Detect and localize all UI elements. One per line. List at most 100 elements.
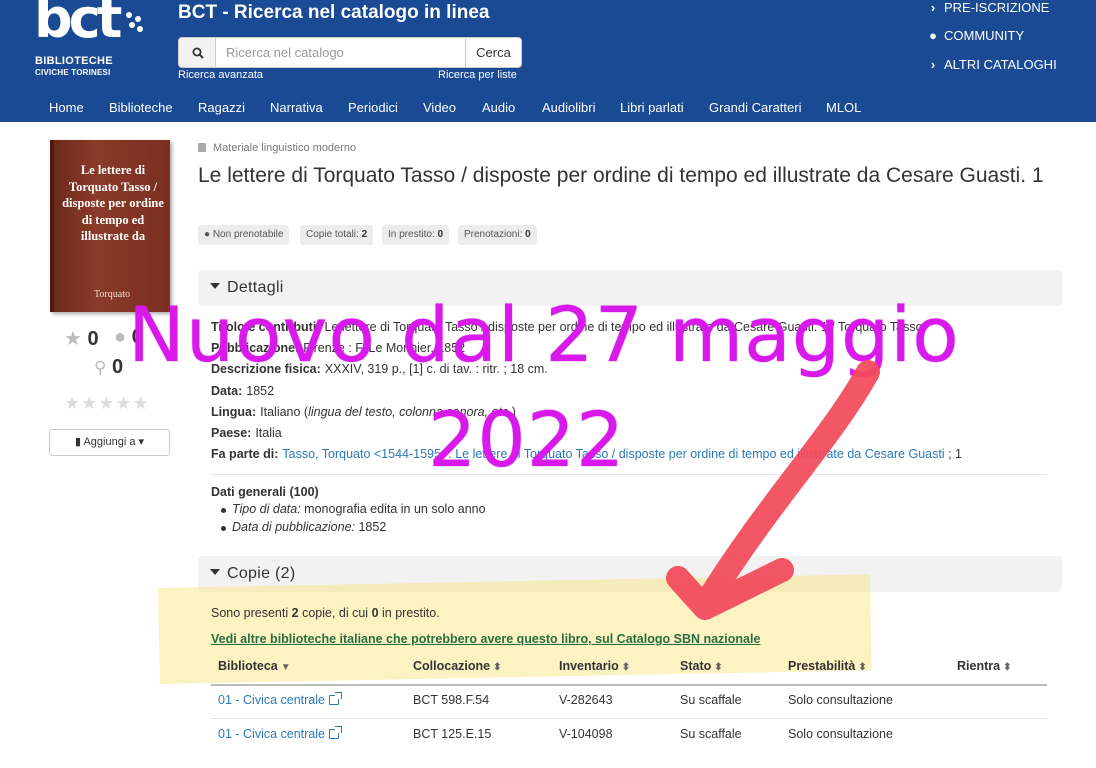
general-heading-text: Dati generali (100) — [211, 485, 319, 499]
star-icon[interactable]: ★ — [133, 393, 150, 413]
book-cover[interactable]: Le lettere di Torquato Tasso / disposte … — [50, 140, 170, 312]
table-cell-status: Su scaffale — [680, 693, 742, 707]
detail-country-row: Paese: Italia — [211, 426, 282, 440]
nav-video[interactable]: Video — [423, 100, 456, 115]
external-link-icon — [329, 726, 342, 739]
chevron-right-icon: › — [930, 0, 936, 15]
star-icon[interactable]: ★ — [115, 393, 132, 413]
rating-stars[interactable]: ★★★★★ — [64, 393, 150, 414]
advanced-search-link[interactable]: Ricerca avanzata — [178, 69, 263, 81]
comments-count: 0 — [131, 326, 143, 348]
col-label: Prestabilità — [788, 659, 856, 673]
nav-libri-parlati[interactable]: Libri parlati — [620, 100, 684, 115]
add-to-button[interactable]: ▮ Aggiungi a ▾ — [49, 429, 170, 456]
library-link[interactable]: 01 - Civica centrale — [218, 726, 342, 741]
book-icon — [198, 143, 206, 152]
stars-stat[interactable]: ★ 0 — [64, 326, 99, 351]
material-type: Materiale linguistico moderno — [198, 142, 356, 154]
col-inventario[interactable]: Inventario ⬍ — [559, 659, 630, 673]
top-link-preiscrizione[interactable]: › PRE-ISCRIZIONE — [926, 0, 1050, 18]
details-heading: Dettagli — [227, 279, 284, 296]
detail-note: lingua del testo, colonna sonora, etc. — [308, 405, 512, 419]
table-cell-location: BCT 598.F.54 — [413, 693, 490, 707]
details-section-header[interactable]: Dettagli — [198, 270, 1062, 306]
places-stat[interactable]: ⚲ 0 — [94, 356, 123, 379]
sbn-catalog-link[interactable]: Vedi altre biblioteche italiane che potr… — [211, 632, 760, 646]
places-count: 0 — [112, 356, 124, 378]
not-reservable-badge: ● Non prenotabile — [198, 225, 290, 245]
nav-audio[interactable]: Audio — [482, 100, 515, 115]
top-link-altri-cataloghi[interactable]: › ALTRI CATALOGHI — [926, 57, 1057, 75]
detail-publication-row: Pubblicazione: Firenze : F. Le Monnier, 1… — [211, 341, 465, 355]
top-link-label: PRE-ISCRIZIONE — [944, 0, 1050, 15]
star-icon[interactable]: ★ — [98, 393, 115, 413]
search-input[interactable] — [215, 37, 466, 68]
chevron-right-icon: › — [930, 57, 936, 72]
table-cell-location: BCT 125.E.15 — [413, 727, 492, 741]
book-icon: ▮ — [74, 436, 81, 448]
search-bar: Cerca — [178, 37, 522, 68]
site-title: BCT - Ricerca nel catalogo in linea — [178, 2, 490, 23]
summary-text: in prestito. — [382, 606, 440, 620]
table-header-rule — [211, 684, 1047, 686]
general-item-label: Data di pubblicazione: — [232, 520, 355, 534]
library-name: 01 - Civica centrale — [218, 727, 325, 741]
col-collocazione[interactable]: Collocazione ⬍ — [413, 659, 501, 673]
caret-down-icon — [210, 569, 220, 575]
comments-stat[interactable]: ● 0 — [114, 326, 143, 349]
bct-logo[interactable]: bct BIBLIOTECHE CIVICHE TORINESI — [34, 0, 154, 82]
col-label: Inventario — [559, 659, 619, 673]
star-icon[interactable]: ★ — [64, 393, 81, 413]
nav-home[interactable]: Home — [49, 100, 84, 115]
library-link[interactable]: 01 - Civica centrale — [218, 692, 342, 707]
detail-value: Firenze : F. Le Monnier, 1852 — [303, 341, 466, 355]
detail-value: Italia — [255, 426, 282, 440]
list-search-link[interactable]: Ricerca per liste — [438, 69, 517, 81]
summary-text: copie, di cui — [302, 606, 369, 620]
series-link[interactable]: Tasso, Torquato <1544-1595>. Le lettere … — [282, 447, 944, 461]
col-label: Stato — [680, 659, 712, 673]
sort-icon: ⬍ — [493, 662, 502, 673]
nav-mlol[interactable]: MLOL — [826, 100, 861, 115]
sort-icon: ⬍ — [1003, 662, 1012, 673]
detail-label: Data: — [211, 384, 243, 398]
badge-value: 0 — [525, 229, 531, 240]
detail-title-row: Titolo e contributi: Le lettere di Torqua… — [211, 320, 923, 334]
col-rientra[interactable]: Rientra ⬍ — [957, 659, 1011, 673]
star-icon[interactable]: ★ — [81, 393, 98, 413]
nav-narrativa[interactable]: Narrativa — [270, 100, 323, 115]
logo-dots — [126, 12, 146, 42]
col-biblioteca[interactable]: Biblioteca ▼ — [218, 659, 291, 673]
caret-down-icon: ▾ — [138, 436, 145, 448]
col-label: Collocazione — [413, 659, 491, 673]
caret-down-icon — [210, 283, 220, 289]
nav-biblioteche[interactable]: Biblioteche — [109, 100, 173, 115]
search-icon[interactable] — [178, 37, 216, 68]
nav-ragazzi[interactable]: Ragazzi — [198, 100, 245, 115]
nav-periodici[interactable]: Periodici — [348, 100, 398, 115]
on-loan-badge: In prestito: 0 — [382, 225, 450, 245]
col-prestabilita[interactable]: Prestabilità ⬍ — [788, 659, 867, 673]
top-link-community[interactable]: ● COMMUNITY — [926, 28, 1024, 46]
col-stato[interactable]: Stato ⬍ — [680, 659, 723, 673]
detail-value: Le lettere di Torquato Tasso / disposte … — [324, 320, 923, 334]
nav-grandi-caratteri[interactable]: Grandi Caratteri — [709, 100, 801, 115]
search-button[interactable]: Cerca — [465, 37, 522, 68]
table-cell-loan: Solo consultazione — [788, 693, 893, 707]
detail-suffix: ; 1 — [948, 447, 962, 461]
detail-physical-row: Descrizione fisica: XXXIV, 319 p., [1] c.… — [211, 362, 548, 376]
badge-label: Copie totali: — [306, 229, 359, 240]
table-cell-inventory: V-282643 — [559, 693, 613, 707]
detail-value: XXXIV, 319 p., [1] c. di tav. : ritr. ; … — [324, 362, 548, 376]
detail-label: Fa parte di: — [211, 447, 279, 461]
badge-label: Non prenotabile — [212, 229, 284, 240]
nav-audiolibri[interactable]: Audiolibri — [542, 100, 595, 115]
detail-language-row: Lingua: Italiano (lingua del testo, colon… — [211, 405, 516, 419]
detail-label: Titolo e contributi: — [211, 320, 321, 334]
general-item: Data di pubblicazione: 1852 — [220, 520, 386, 534]
summary-loan: 0 — [371, 606, 379, 620]
badge-label: Prenotazioni: — [464, 229, 523, 240]
table-cell-status: Su scaffale — [680, 727, 742, 741]
table-cell-loan: Solo consultazione — [788, 727, 893, 741]
copies-section-header[interactable]: Copie (2) — [198, 556, 1062, 592]
